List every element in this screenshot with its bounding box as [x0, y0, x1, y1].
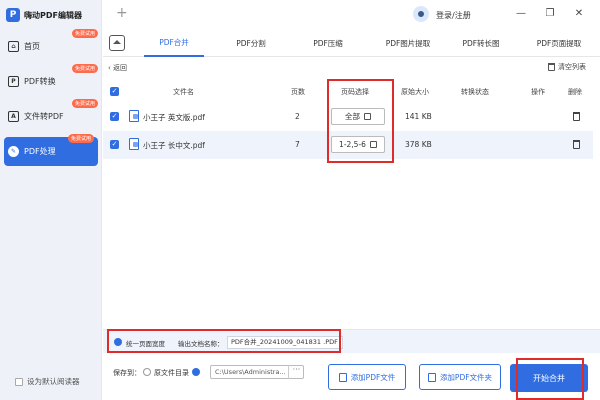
- sidebar-item-pdf-process[interactable]: ✎ PDF处理 免费试用: [4, 134, 98, 166]
- user-icon: [418, 11, 424, 17]
- add-pdf-folder-button[interactable]: 添加PDF文件夹: [419, 364, 501, 390]
- custom-path-radio[interactable]: [192, 368, 200, 376]
- free-trial-badge: 免费试用: [71, 64, 98, 73]
- add-pdf-folder-label: 添加PDF文件夹: [439, 372, 493, 382]
- add-pdf-file-label: 添加PDF文件: [350, 372, 396, 382]
- file-name: 小王子 长中文.pdf: [143, 141, 205, 150]
- row-checkbox[interactable]: ✓: [110, 140, 119, 149]
- sidebar-item-label: PDF处理: [24, 147, 56, 156]
- pdf-file-icon: [129, 110, 139, 122]
- tab-pdf-image-extract[interactable]: PDF图片提取: [373, 30, 443, 57]
- browse-button[interactable]: ···: [288, 365, 304, 379]
- file-to-pdf-icon: A: [8, 111, 19, 122]
- clear-list-label: 清空列表: [558, 63, 586, 71]
- sidebar-item-label: PDF转换: [24, 77, 56, 86]
- header-action: 操作: [531, 88, 545, 96]
- header-orig-size: 原始大小: [401, 88, 429, 96]
- page-select-highlight: [327, 79, 394, 163]
- tool-tabs: PDF合并 PDF分割 PDF压缩 PDF图片提取 PDF转长图 PDF页面提取: [103, 30, 600, 57]
- default-reader-option[interactable]: 设为默认阅读器: [15, 376, 80, 387]
- select-all-checkbox[interactable]: ✓: [110, 87, 119, 96]
- header-delete: 删除: [568, 88, 582, 96]
- tab-pdf-split[interactable]: PDF分割: [221, 30, 281, 57]
- process-icon: ✎: [8, 146, 19, 157]
- sidebar-nav: ⌂ 首页 免费试用 P PDF转换 免费试用 A 文件转PDF 免费试用 ✎ P…: [0, 29, 102, 166]
- logo-icon: P: [6, 8, 20, 22]
- default-reader-checkbox[interactable]: [15, 377, 23, 386]
- add-file-icon: [338, 372, 347, 382]
- new-tab-button[interactable]: +: [116, 5, 128, 21]
- chevron-left-icon: ‹: [108, 64, 111, 72]
- add-pdf-file-button[interactable]: 添加PDF文件: [328, 364, 406, 390]
- tab-pdf-merge[interactable]: PDF合并: [144, 30, 204, 57]
- maximize-button[interactable]: ❐: [543, 6, 557, 20]
- source-dir-label: 原文件目录: [154, 369, 189, 377]
- minimize-button[interactable]: —: [514, 6, 528, 20]
- clear-list-button[interactable]: 清空列表: [548, 62, 586, 72]
- page-count: 7: [295, 140, 300, 149]
- free-trial-badge: 免费试用: [71, 29, 98, 38]
- trash-icon: [548, 63, 555, 71]
- convert-icon: P: [8, 76, 19, 87]
- tab-pdf-page-extract[interactable]: PDF页面提取: [523, 30, 595, 57]
- sidebar-item-label: 首页: [24, 42, 40, 51]
- sidebar-item-pdf-convert[interactable]: P PDF转换 免费试用: [0, 64, 102, 96]
- header-pages: 页数: [291, 88, 305, 96]
- free-trial-badge: 免费试用: [67, 134, 94, 143]
- add-folder-icon: [427, 372, 436, 382]
- home-icon: ⌂: [8, 41, 19, 52]
- close-button[interactable]: ✕: [572, 6, 586, 20]
- login-link[interactable]: 登录/注册: [436, 10, 471, 21]
- file-size: 141 KB: [405, 112, 432, 121]
- sidebar: P 嗨动PDF编辑器 ⌂ 首页 免费试用 P PDF转换 免费试用 A 文件转P…: [0, 0, 102, 400]
- default-reader-label: 设为默认阅读器: [27, 377, 80, 386]
- options-highlight: [107, 329, 341, 353]
- tab-pdf-to-long-image[interactable]: PDF转长图: [451, 30, 511, 57]
- back-label: 返回: [113, 64, 128, 72]
- trash-icon[interactable]: [573, 112, 580, 121]
- home-icon[interactable]: [109, 35, 125, 51]
- page-count: 2: [295, 112, 300, 121]
- file-size: 378 KB: [405, 140, 432, 149]
- sidebar-item-file-to-pdf[interactable]: A 文件转PDF 免费试用: [0, 99, 102, 131]
- header-status: 转换状态: [461, 88, 489, 96]
- pdf-file-icon: [129, 138, 139, 150]
- app-title: 嗨动PDF编辑器: [24, 10, 82, 20]
- back-button[interactable]: ‹ 返回: [108, 63, 127, 73]
- row-checkbox[interactable]: ✓: [110, 112, 119, 121]
- file-name: 小王子 英文版.pdf: [143, 113, 205, 122]
- sidebar-item-home[interactable]: ⌂ 首页 免费试用: [0, 29, 102, 61]
- sidebar-item-label: 文件转PDF: [24, 112, 64, 121]
- trash-icon[interactable]: [573, 140, 580, 149]
- app-logo: P 嗨动PDF编辑器: [6, 8, 82, 22]
- start-button-highlight: [516, 358, 584, 400]
- header-filename: 文件名: [173, 88, 194, 96]
- source-dir-radio[interactable]: [143, 368, 151, 376]
- list-toolbar: ‹ 返回 清空列表: [103, 60, 600, 76]
- save-to-label: 保存到：: [113, 369, 141, 377]
- free-trial-badge: 免费试用: [71, 99, 98, 108]
- avatar[interactable]: [413, 6, 429, 22]
- tab-pdf-compress[interactable]: PDF压缩: [298, 30, 358, 57]
